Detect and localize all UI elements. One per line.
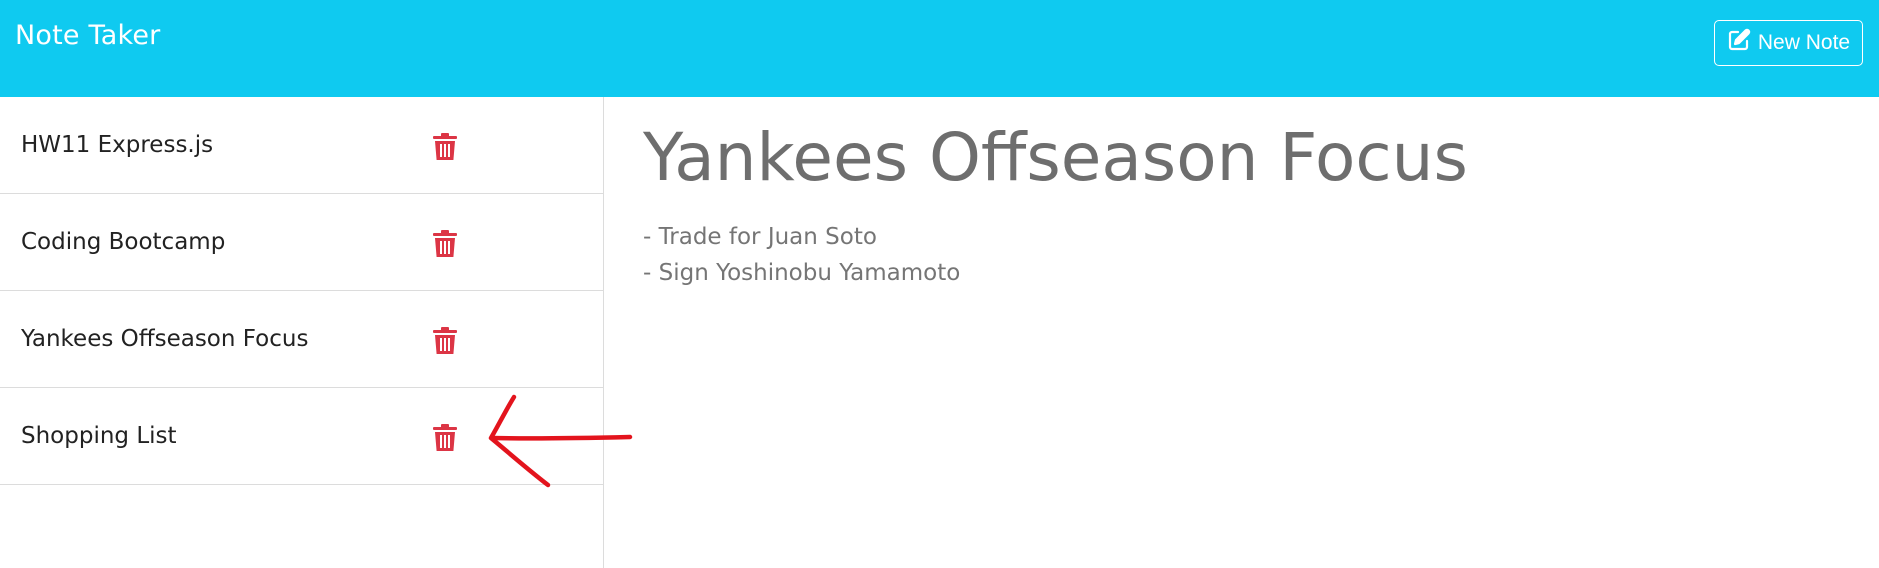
note-list-item[interactable]: Coding Bootcamp xyxy=(0,194,603,291)
pencil-square-icon xyxy=(1727,28,1751,58)
note-title-display[interactable]: Yankees Offseason Focus xyxy=(643,119,1468,196)
note-list-item[interactable]: HW11 Express.js xyxy=(0,97,603,194)
navbar: Note Taker New Note xyxy=(0,0,1879,97)
trash-icon[interactable] xyxy=(429,421,461,453)
trash-icon[interactable] xyxy=(429,324,461,356)
app-title[interactable]: Note Taker xyxy=(15,20,160,51)
note-editor: Yankees Offseason Focus - Trade for Juan… xyxy=(605,97,1879,568)
new-note-label: New Note xyxy=(1757,31,1851,54)
new-note-button[interactable]: New Note xyxy=(1714,20,1863,66)
note-body-display[interactable]: - Trade for Juan Soto - Sign Yoshinobu Y… xyxy=(643,219,960,291)
trash-icon[interactable] xyxy=(429,130,461,162)
note-body-line: - Trade for Juan Soto xyxy=(643,224,877,250)
notes-sidebar: HW11 Express.js Coding Bootcamp Yankees … xyxy=(0,97,604,568)
note-title: HW11 Express.js xyxy=(21,132,214,158)
note-title: Yankees Offseason Focus xyxy=(21,326,309,352)
note-body-line: - Sign Yoshinobu Yamamoto xyxy=(643,260,961,286)
note-list-item[interactable]: Yankees Offseason Focus xyxy=(0,291,603,388)
note-title: Shopping List xyxy=(21,423,177,449)
trash-icon[interactable] xyxy=(429,227,461,259)
note-title: Coding Bootcamp xyxy=(21,229,226,255)
